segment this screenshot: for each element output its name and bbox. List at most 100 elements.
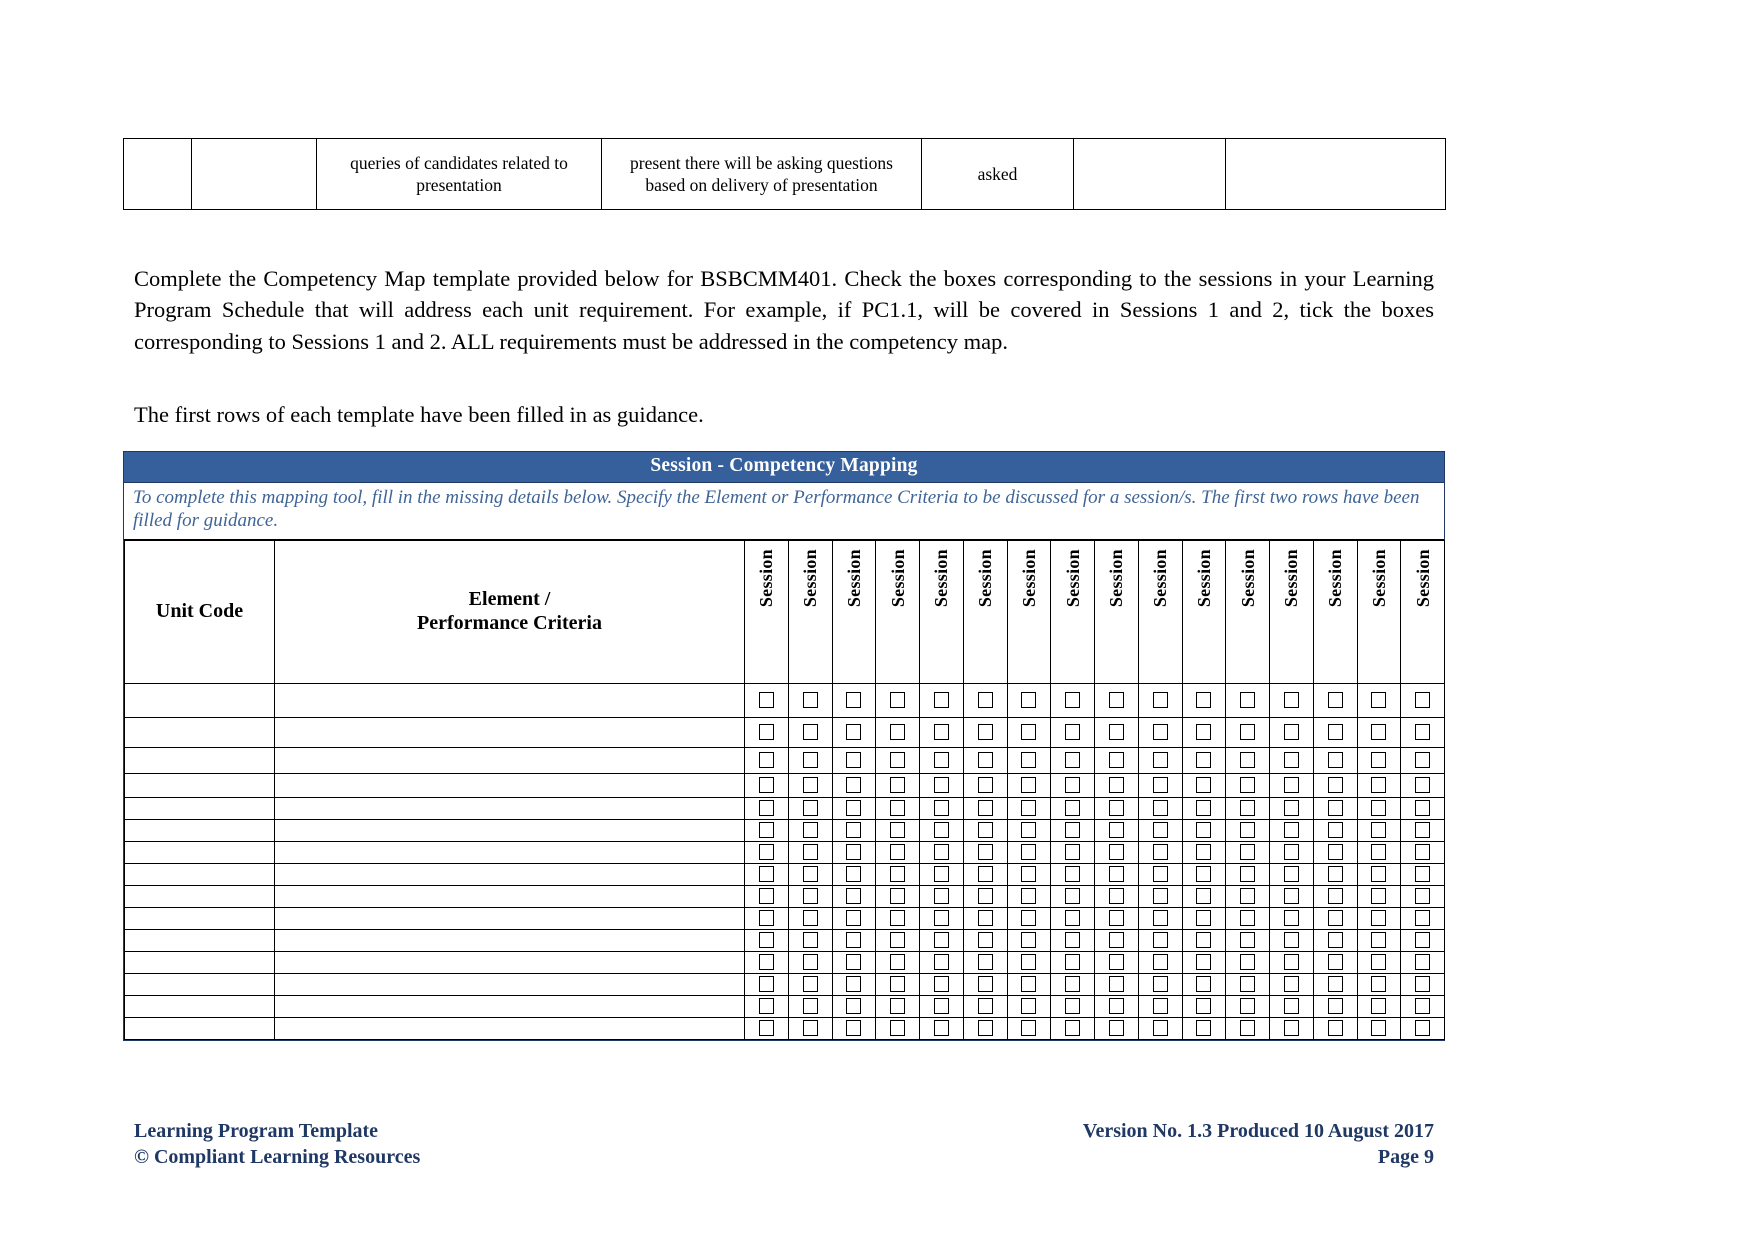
session-checkbox-cell[interactable]	[1225, 746, 1270, 774]
session-checkbox-cell[interactable]	[1137, 1016, 1183, 1040]
session-checkbox-cell[interactable]	[1400, 682, 1445, 718]
session-checkbox-cell[interactable]	[1006, 906, 1052, 930]
session-checkbox-cell[interactable]	[1006, 772, 1052, 798]
checkbox-icon[interactable]	[802, 752, 818, 769]
checkbox-icon[interactable]	[977, 777, 993, 794]
checkbox-icon[interactable]	[846, 866, 862, 883]
checkbox-icon[interactable]	[1196, 800, 1212, 817]
session-checkbox-cell[interactable]	[1400, 862, 1445, 886]
element-criteria-cell[interactable]	[274, 972, 745, 996]
checkbox-icon[interactable]	[933, 954, 949, 971]
checkbox-icon[interactable]	[977, 844, 993, 861]
session-checkbox-cell[interactable]	[1094, 772, 1139, 798]
session-checkbox-cell[interactable]	[1356, 682, 1402, 718]
checkbox-icon[interactable]	[1152, 800, 1168, 817]
checkbox-icon[interactable]	[1327, 1020, 1343, 1037]
checkbox-icon[interactable]	[1021, 910, 1037, 927]
checkbox-icon[interactable]	[1283, 998, 1299, 1015]
session-checkbox-cell[interactable]	[1094, 746, 1139, 774]
session-checkbox-cell[interactable]	[919, 928, 964, 952]
session-checkbox-cell[interactable]	[1312, 818, 1358, 842]
session-checkbox-cell[interactable]	[919, 796, 964, 820]
element-criteria-cell[interactable]	[274, 994, 745, 1018]
session-checkbox-cell[interactable]	[875, 994, 920, 1018]
session-checkbox-cell[interactable]	[1225, 682, 1270, 718]
checkbox-icon[interactable]	[890, 888, 906, 905]
checkbox-icon[interactable]	[1108, 866, 1124, 883]
session-checkbox-cell[interactable]	[919, 840, 964, 864]
session-checkbox-cell[interactable]	[1269, 840, 1314, 864]
checkbox-icon[interactable]	[758, 692, 774, 709]
session-checkbox-cell[interactable]	[1225, 972, 1270, 996]
session-checkbox-cell[interactable]	[1312, 1016, 1358, 1040]
checkbox-icon[interactable]	[1108, 844, 1124, 861]
session-checkbox-cell[interactable]	[1181, 928, 1227, 952]
checkbox-icon[interactable]	[1415, 910, 1431, 927]
session-checkbox-cell[interactable]	[787, 746, 833, 774]
session-checkbox-cell[interactable]	[1312, 994, 1358, 1018]
session-checkbox-cell[interactable]	[1400, 746, 1445, 774]
session-checkbox-cell[interactable]	[1006, 884, 1052, 908]
checkbox-icon[interactable]	[1240, 866, 1256, 883]
checkbox-icon[interactable]	[933, 976, 949, 993]
unit-code-cell[interactable]	[124, 972, 275, 996]
session-checkbox-cell[interactable]	[1312, 716, 1358, 748]
checkbox-icon[interactable]	[1371, 866, 1387, 883]
session-checkbox-cell[interactable]	[1181, 716, 1227, 748]
session-checkbox-cell[interactable]	[1225, 840, 1270, 864]
session-checkbox-cell[interactable]	[1356, 950, 1402, 974]
checkbox-icon[interactable]	[846, 910, 862, 927]
session-checkbox-cell[interactable]	[1269, 884, 1314, 908]
session-checkbox-cell[interactable]	[1400, 906, 1445, 930]
checkbox-icon[interactable]	[1371, 976, 1387, 993]
checkbox-icon[interactable]	[890, 1020, 906, 1037]
checkbox-icon[interactable]	[1108, 998, 1124, 1015]
session-checkbox-cell[interactable]	[744, 950, 789, 974]
checkbox-icon[interactable]	[1240, 976, 1256, 993]
session-checkbox-cell[interactable]	[1225, 994, 1270, 1018]
checkbox-icon[interactable]	[758, 866, 774, 883]
session-checkbox-cell[interactable]	[962, 840, 1008, 864]
checkbox-icon[interactable]	[1371, 777, 1387, 794]
checkbox-icon[interactable]	[890, 910, 906, 927]
session-checkbox-cell[interactable]	[1356, 840, 1402, 864]
session-checkbox-cell[interactable]	[1312, 906, 1358, 930]
checkbox-icon[interactable]	[1283, 888, 1299, 905]
session-checkbox-cell[interactable]	[1225, 1016, 1270, 1040]
checkbox-icon[interactable]	[846, 1020, 862, 1037]
session-checkbox-cell[interactable]	[787, 884, 833, 908]
checkbox-icon[interactable]	[1415, 976, 1431, 993]
checkbox-icon[interactable]	[1152, 976, 1168, 993]
session-checkbox-cell[interactable]	[962, 950, 1008, 974]
session-checkbox-cell[interactable]	[1181, 1016, 1227, 1040]
session-checkbox-cell[interactable]	[1006, 796, 1052, 820]
checkbox-icon[interactable]	[1240, 844, 1256, 861]
session-checkbox-cell[interactable]	[1312, 884, 1358, 908]
session-checkbox-cell[interactable]	[1094, 682, 1139, 718]
checkbox-icon[interactable]	[802, 910, 818, 927]
session-checkbox-cell[interactable]	[1050, 682, 1095, 718]
session-checkbox-cell[interactable]	[787, 906, 833, 930]
element-criteria-cell[interactable]	[274, 840, 745, 864]
checkbox-icon[interactable]	[1065, 752, 1081, 769]
checkbox-icon[interactable]	[1327, 800, 1343, 817]
session-checkbox-cell[interactable]	[744, 994, 789, 1018]
session-checkbox-cell[interactable]	[787, 796, 833, 820]
session-checkbox-cell[interactable]	[875, 818, 920, 842]
session-checkbox-cell[interactable]	[1400, 796, 1445, 820]
checkbox-icon[interactable]	[1196, 976, 1212, 993]
checkbox-icon[interactable]	[890, 998, 906, 1015]
checkbox-icon[interactable]	[977, 932, 993, 949]
session-checkbox-cell[interactable]	[1356, 972, 1402, 996]
checkbox-icon[interactable]	[1065, 822, 1081, 839]
session-checkbox-cell[interactable]	[875, 682, 920, 718]
checkbox-icon[interactable]	[1108, 800, 1124, 817]
session-checkbox-cell[interactable]	[1312, 950, 1358, 974]
session-checkbox-cell[interactable]	[1181, 682, 1227, 718]
checkbox-icon[interactable]	[846, 777, 862, 794]
checkbox-icon[interactable]	[977, 954, 993, 971]
session-checkbox-cell[interactable]	[919, 972, 964, 996]
session-checkbox-cell[interactable]	[1356, 928, 1402, 952]
checkbox-icon[interactable]	[1065, 800, 1081, 817]
session-checkbox-cell[interactable]	[919, 994, 964, 1018]
